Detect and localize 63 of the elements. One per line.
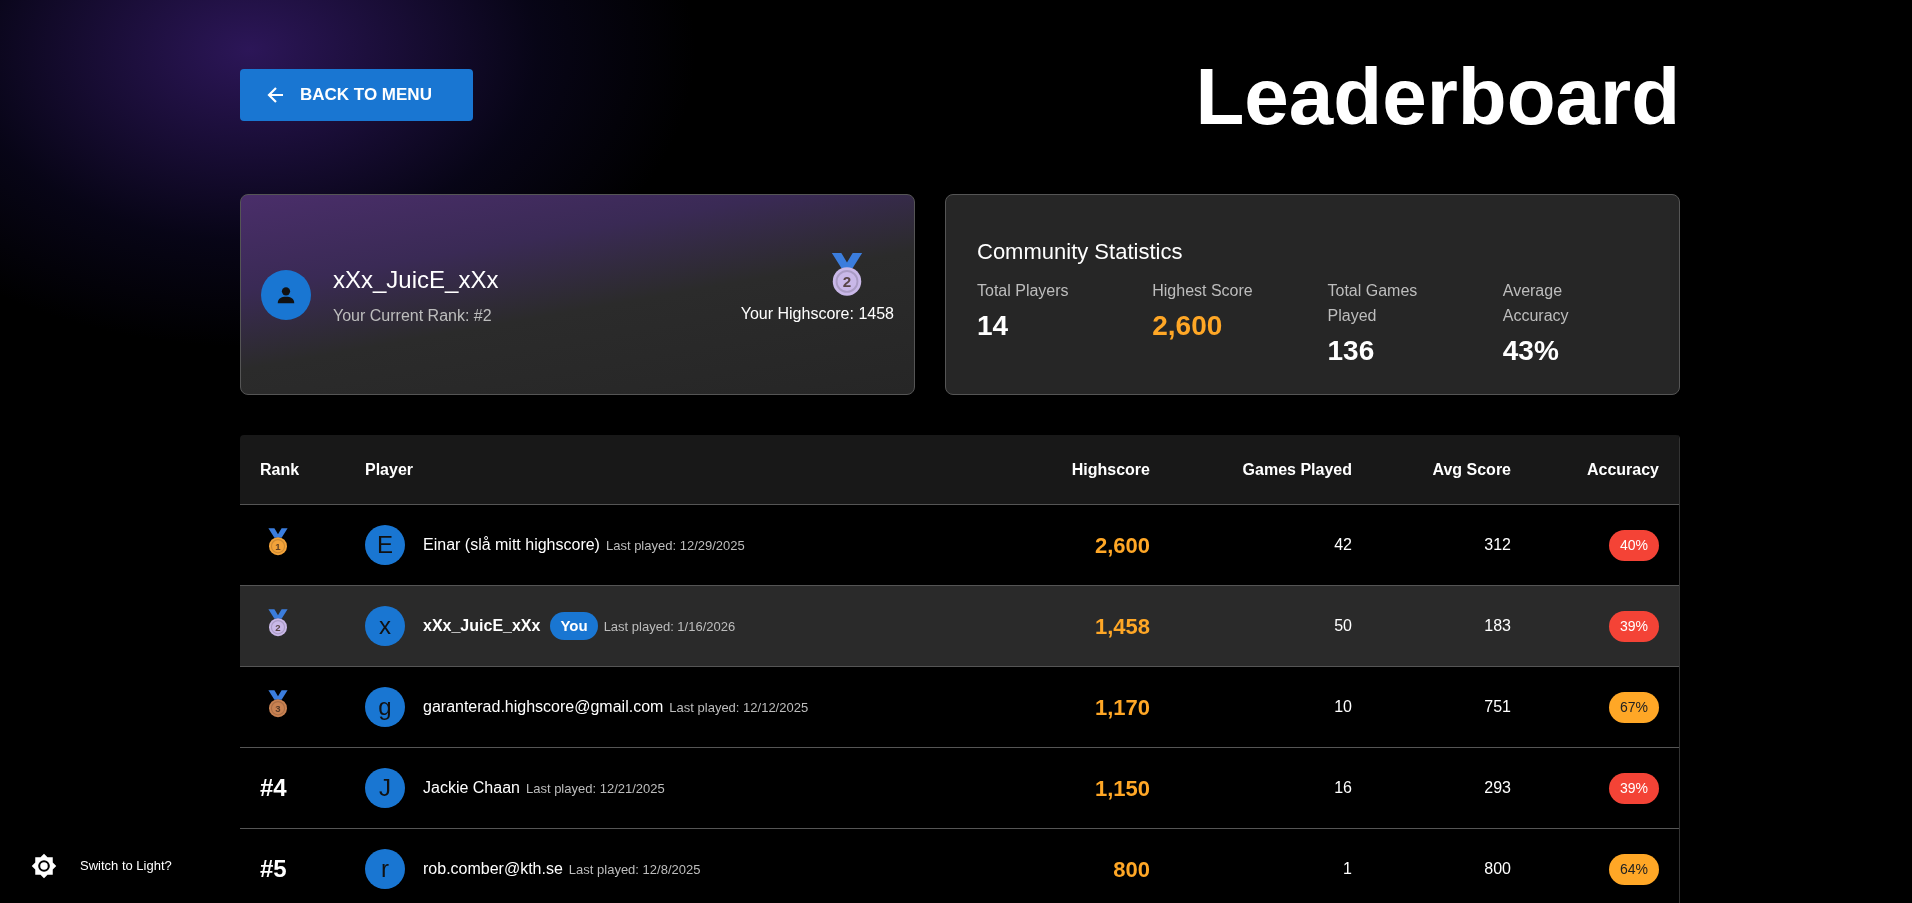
player-name: Jackie Chaan (423, 778, 520, 798)
back-button[interactable]: BACK TO MENU (240, 69, 473, 121)
last-played: Last played: 12/8/2025 (568, 861, 701, 880)
column-header: Player (365, 460, 414, 478)
player-name: xXx_JuicE_xXx (423, 616, 541, 636)
last-played: Last played: 12/29/2025 (605, 537, 745, 556)
last-played: Last played: 1/16/2026 (603, 618, 736, 637)
stat-value: 2,600 (1152, 309, 1224, 343)
player-avatar: J (365, 768, 405, 808)
stat-value: 43% (1502, 334, 1560, 368)
column-header: Games Played (1242, 460, 1352, 478)
games-played: 1 (1343, 860, 1352, 877)
last-played: Last played: 12/12/2025 (669, 699, 809, 718)
player-avatar: x (365, 606, 405, 646)
page-title: Leaderboard (1195, 57, 1680, 137)
brightness-icon[interactable] (30, 852, 58, 880)
player-avatar: r (365, 849, 405, 889)
stat-value: 136 (1327, 334, 1376, 368)
stat-label: Average Accuracy (1502, 281, 1570, 326)
average-score: 800 (1484, 860, 1511, 877)
accuracy-badge: 40% (1608, 529, 1659, 561)
stat-label: Total Players (977, 281, 1070, 301)
accuracy-badge: 39% (1608, 772, 1659, 804)
games-played: 16 (1334, 779, 1352, 796)
highscore-value: 2,600 (1094, 532, 1150, 558)
player-name: xXx_JuicE_xXx (333, 264, 499, 295)
average-score: 751 (1484, 698, 1511, 715)
player-name: rob.comber@kth.se (423, 859, 563, 879)
highscore-value: 1,170 (1094, 694, 1150, 720)
rank-number: #5 (260, 855, 287, 882)
player-name: garanterad.highscore@gmail.com (423, 697, 664, 717)
avatar-icon (261, 269, 311, 320)
accuracy-badge: 39% (1608, 610, 1659, 642)
accuracy-badge: 67% (1608, 691, 1659, 723)
average-score: 183 (1484, 617, 1511, 634)
column-header: Avg Score (1432, 460, 1511, 478)
back-arrow-icon (266, 85, 286, 105)
highscore-value: 1,458 (1094, 613, 1150, 639)
games-played: 10 (1334, 698, 1352, 715)
games-played: 50 (1334, 617, 1352, 634)
player-avatar: E (365, 525, 405, 565)
current-rank: Your Current Rank: #2 (333, 305, 493, 326)
highscore-text: Your Highscore: 1458 (740, 304, 894, 325)
stat-label: Total Games Played (1327, 281, 1419, 326)
average-score: 293 (1484, 779, 1511, 796)
player-name: Einar (slå mitt highscore) (423, 535, 600, 555)
leaderboard-row[interactable]: 2 x xXx_JuicE_xXx You Last played: 1/16/2026 1,458 50 183 39% (240, 586, 1679, 667)
column-header: Highscore (1071, 460, 1150, 478)
stat-label: Highest Score (1152, 281, 1254, 301)
theme-toggle-label[interactable]: Switch to Light? (80, 856, 172, 876)
highscore-value: 800 (1113, 856, 1150, 882)
card-title: Community Statistics (977, 238, 1184, 266)
games-played: 42 (1334, 536, 1352, 553)
column-header: Rank (260, 460, 300, 478)
accuracy-badge: 64% (1608, 853, 1659, 885)
you-badge: You (550, 611, 598, 641)
player-avatar: g (365, 687, 405, 727)
highscore-value: 1,150 (1094, 775, 1150, 801)
stat-value: 14 (977, 309, 1010, 343)
last-played: Last played: 12/21/2025 (525, 780, 665, 799)
column-header: Accuracy (1586, 460, 1659, 478)
rank-number: #4 (260, 774, 287, 801)
average-score: 312 (1484, 536, 1511, 553)
